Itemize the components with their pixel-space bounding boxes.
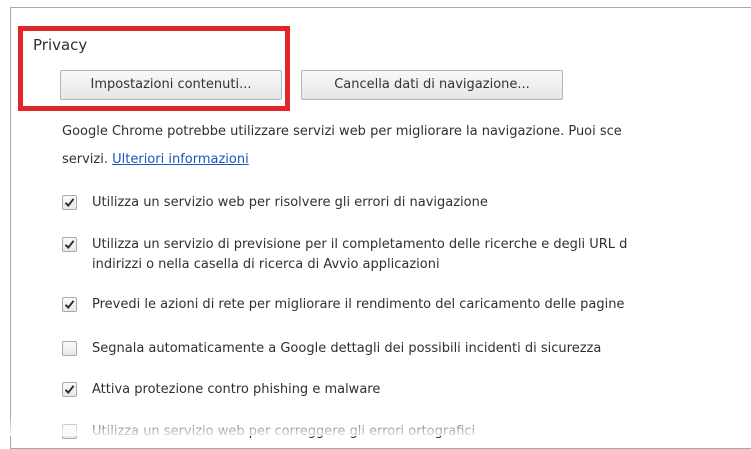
content-settings-button[interactable]: Impostazioni contenuti... (60, 70, 282, 100)
check-icon (64, 385, 75, 395)
clear-browsing-data-button[interactable]: Cancella dati di navigazione... (301, 70, 563, 100)
privacy-section-title: Privacy (33, 36, 88, 54)
checkbox-network-prediction[interactable] (62, 297, 77, 312)
option-label: Utilizza un servizio web per risolvere g… (92, 195, 488, 210)
privacy-description: Google Chrome potrebbe utilizzare serviz… (62, 118, 751, 174)
check-icon (64, 240, 75, 250)
option-label: Utilizza un servizio di previsione per i… (92, 237, 628, 272)
option-label: Segnala automaticamente a Google dettagl… (92, 341, 602, 356)
option-label: Prevedi le azioni di rete per migliorare… (92, 297, 625, 312)
check-icon (64, 198, 75, 208)
description-prefix: servizi. (62, 152, 113, 167)
learn-more-link[interactable]: Ulteriori informazioni (112, 152, 249, 167)
option-label: Attiva protezione contro phishing e malw… (92, 382, 381, 397)
checkbox-phishing-protection[interactable] (62, 382, 77, 397)
description-line-1: Google Chrome potrebbe utilizzare serviz… (62, 124, 622, 139)
bottom-fade (0, 418, 751, 436)
check-icon (64, 300, 75, 310)
description-line-2: servizi. Ulteriori informazioni (62, 146, 751, 174)
checkbox-search-prediction[interactable] (62, 237, 77, 252)
checkbox-navigation-errors[interactable] (62, 195, 77, 210)
checkbox-security-incidents[interactable] (62, 341, 77, 356)
